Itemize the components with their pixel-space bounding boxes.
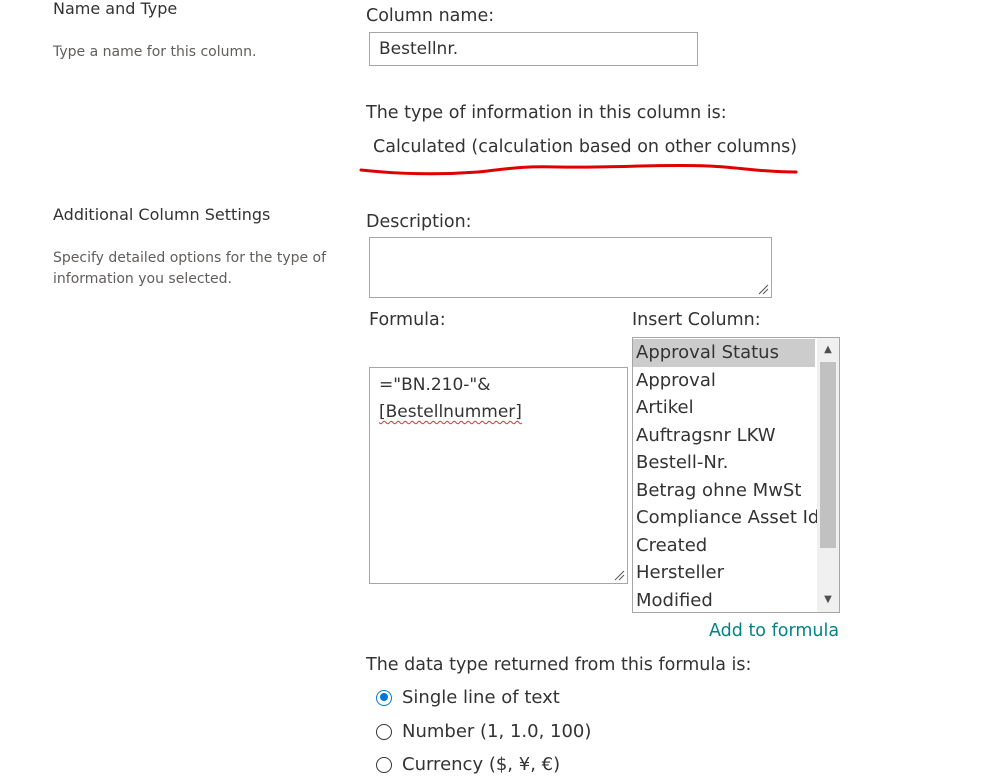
insert-column-listbox[interactable]: Approval Status Approval Artikel Auftrag… — [632, 337, 840, 613]
additional-settings-title: Additional Column Settings — [53, 205, 271, 224]
list-item[interactable]: Approval — [633, 367, 815, 395]
formula-label: Formula: — [369, 310, 446, 330]
scroll-up-icon[interactable]: ▲ — [820, 342, 836, 358]
description-textarea[interactable] — [369, 237, 772, 298]
list-item[interactable]: Compliance Asset Id — [633, 504, 819, 532]
info-type-value: Calculated (calculation based on other c… — [373, 137, 798, 157]
resize-grip-icon[interactable] — [613, 569, 625, 581]
column-name-value: Bestellnr. — [379, 39, 459, 59]
insert-column-label: Insert Column: — [632, 310, 761, 330]
radio-number[interactable]: Number (1, 1.0, 100) — [376, 721, 591, 742]
radio-currency[interactable]: Currency ($, ¥, €) — [376, 754, 560, 775]
list-item[interactable]: Approval Status — [633, 339, 815, 367]
radio-label: Currency ($, ¥, €) — [402, 754, 561, 775]
add-to-formula-link[interactable]: Add to formula — [709, 621, 839, 641]
return-type-label: The data type returned from this formula… — [366, 655, 752, 675]
list-item[interactable]: Artikel — [633, 394, 815, 422]
scroll-thumb[interactable] — [820, 362, 836, 548]
red-underline-annotation — [359, 163, 798, 176]
info-type-label: The type of information in this column i… — [366, 103, 727, 123]
column-name-label: Column name: — [366, 6, 495, 26]
name-and-type-description: Type a name for this column. — [53, 44, 257, 60]
list-item[interactable]: Bestell-Nr. — [633, 449, 815, 477]
formula-textarea[interactable]: ="BN.210-"& [Bestellnummer] — [369, 367, 628, 584]
formula-line-2: [Bestellnummer] — [379, 402, 522, 422]
list-item[interactable]: Betrag ohne MwSt — [633, 477, 815, 505]
list-item[interactable]: Created — [633, 532, 815, 560]
list-item[interactable]: Auftragsnr LKW — [633, 422, 815, 450]
resize-grip-icon[interactable] — [757, 283, 769, 295]
radio-button[interactable] — [376, 723, 392, 740]
radio-single-line-text[interactable]: Single line of text — [376, 687, 560, 708]
radio-button[interactable] — [376, 756, 392, 773]
name-and-type-title: Name and Type — [53, 0, 178, 18]
scroll-down-icon[interactable]: ▼ — [820, 592, 836, 608]
formula-line-1: ="BN.210-"& — [379, 375, 491, 395]
radio-label: Single line of text — [402, 687, 560, 708]
radio-label: Number (1, 1.0, 100) — [402, 721, 592, 742]
list-item[interactable]: Hersteller — [633, 559, 815, 587]
column-name-input[interactable]: Bestellnr. — [369, 32, 698, 66]
additional-settings-description: Specify detailed options for the type of… — [53, 250, 327, 287]
listbox-scrollbar[interactable]: ▲ ▼ — [817, 338, 839, 612]
description-label: Description: — [366, 212, 472, 232]
radio-button[interactable] — [376, 689, 392, 706]
list-item[interactable]: Modified — [633, 587, 815, 613]
